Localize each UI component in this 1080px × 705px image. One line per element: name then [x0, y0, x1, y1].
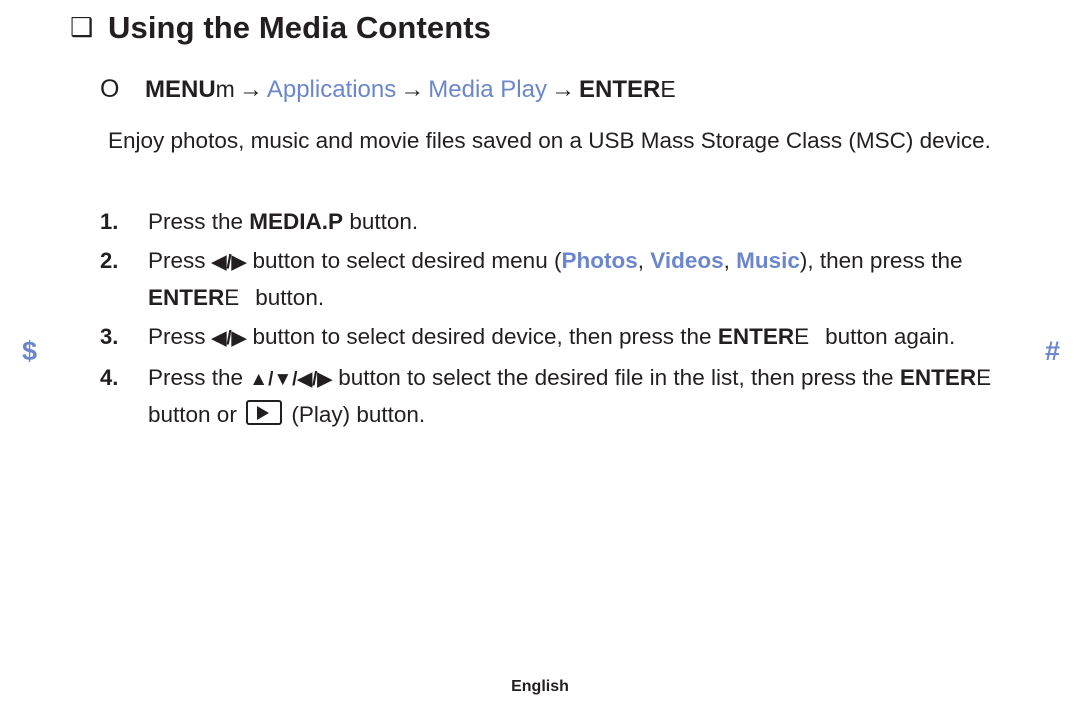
- step-text-part: Press the: [148, 365, 250, 390]
- page-title: ❑ Using the Media Contents: [70, 10, 491, 46]
- menu-path-text: MENUm → Applications → Media Play → ENTERE: [145, 76, 676, 104]
- margin-marker-left: $: [22, 336, 38, 366]
- page-footer-language: English: [511, 678, 569, 695]
- step-text: Press the ▲/▼/◀/▶ button to select the d…: [148, 360, 1035, 432]
- arrow-right-icon: →: [551, 76, 575, 103]
- step-text-part: Press the: [148, 209, 250, 234]
- step-text-part: (Play) button.: [285, 402, 426, 427]
- menu-option-music: Music: [736, 248, 800, 273]
- play-button-icon: [246, 400, 283, 425]
- checkbox-outline-icon: ❑: [70, 12, 94, 42]
- enter-key-suffix: E: [976, 365, 992, 390]
- enter-key-label: ENTER: [899, 365, 977, 390]
- intro-paragraph: Enjoy photos, music and movie files save…: [108, 128, 991, 153]
- enter-key-suffix: E: [794, 324, 810, 349]
- list-item: 3. Press ◀/▶ button to select desired de…: [100, 319, 1035, 356]
- list-item: 2. Press ◀/▶ button to select desired me…: [100, 243, 1035, 315]
- page-title-text: Using the Media Contents: [108, 10, 492, 45]
- step-number: 2.: [100, 248, 119, 273]
- list-item: 4. Press the ▲/▼/◀/▶ button to select th…: [100, 360, 1035, 432]
- step-text: Press the MEDIA.P button.: [148, 204, 1035, 239]
- step-number: 4.: [100, 365, 119, 390]
- step-text-part: ), then press the: [799, 248, 963, 273]
- circle-outline-icon: O: [100, 75, 120, 103]
- left-right-arrow-icon: ◀/▶: [211, 252, 247, 273]
- menu-option-photos: Photos: [561, 248, 638, 273]
- step-text-part: button again.: [825, 324, 956, 349]
- direction-pad-arrows-icon: ▲/▼/◀/▶: [249, 369, 332, 390]
- enter-key-suffix: E: [224, 285, 240, 310]
- step-number: 3.: [100, 324, 119, 349]
- step-text-part: ,: [637, 248, 651, 273]
- step-text-part: button to select desired device, then pr…: [246, 324, 718, 349]
- menu-key-suffix: m: [215, 76, 235, 102]
- arrow-right-icon: →: [238, 76, 263, 103]
- step-text-part: button.: [343, 209, 419, 234]
- menu-option-videos: Videos: [650, 248, 724, 273]
- menu-link-media-play: Media Play: [428, 76, 547, 103]
- left-right-arrow-icon: ◀/▶: [211, 328, 247, 349]
- arrow-right-icon: →: [400, 76, 425, 103]
- step-text-part: button to select the desired file in the…: [331, 365, 900, 390]
- numbered-steps-list: 1. Press the MEDIA.P button. 2. Press ◀/…: [100, 204, 1035, 436]
- enter-key-suffix: E: [660, 76, 676, 102]
- step-text: Press ◀/▶ button to select desired menu …: [148, 243, 1035, 315]
- step-text-part: Press: [148, 324, 212, 349]
- enter-key-label: ENTER: [148, 285, 225, 310]
- step-text: Press ◀/▶ button to select desired devic…: [148, 319, 1035, 356]
- step-text-part: Press: [148, 248, 212, 273]
- step-text-part: ,: [723, 248, 737, 273]
- margin-marker-right: #: [1045, 336, 1061, 366]
- enter-key-label: ENTER: [579, 76, 661, 103]
- step-text-part: button to select desired menu (: [246, 248, 562, 273]
- menu-link-applications: Applications: [266, 76, 397, 103]
- step-number: 1.: [100, 209, 119, 234]
- menu-key-label: MENU: [145, 76, 216, 103]
- menu-path: O MENUm → Applications → Media Play → ENTERE: [100, 76, 676, 104]
- button-name-media-p: MEDIA.P: [249, 209, 344, 234]
- step-text-part: button or: [148, 402, 244, 427]
- enter-key-label: ENTER: [717, 324, 795, 349]
- step-text-part: button.: [255, 285, 325, 310]
- list-item: 1. Press the MEDIA.P button.: [100, 204, 1035, 239]
- document-page: ❑ Using the Media Contents O MENUm → Appli…: [0, 0, 1080, 705]
